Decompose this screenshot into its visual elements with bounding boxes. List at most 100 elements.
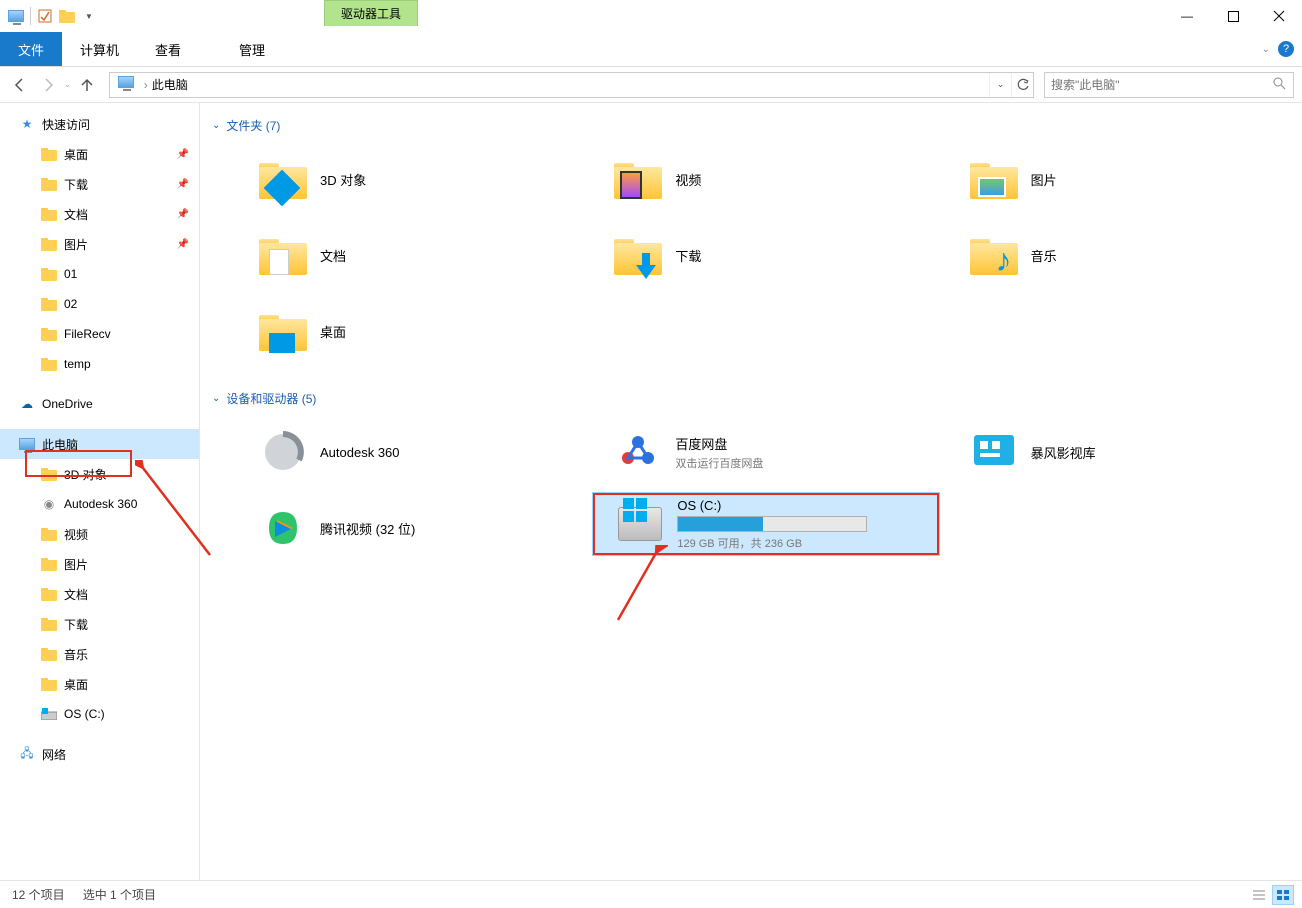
ribbon-expand-icon[interactable]: ⌄: [1262, 44, 1270, 55]
3dobject-icon: [258, 154, 308, 204]
tree-item-downloads[interactable]: 下载📌: [0, 169, 199, 199]
nav-sidebar: ★ 快速访问 桌面📌 下载📌 文档📌 图片📌 01 02 FileRecv te…: [0, 103, 200, 880]
help-icon[interactable]: ?: [1278, 41, 1294, 57]
tree-item-pictures[interactable]: 图片📌: [0, 229, 199, 259]
downloads-icon: [40, 615, 58, 633]
group-header-devices[interactable]: ⌄ 设备和驱动器 (5): [208, 386, 1294, 417]
view-large-icons-button[interactable]: [1272, 885, 1294, 905]
status-bar: 12 个项目 选中 1 个项目: [0, 880, 1302, 908]
tree-label: 快速访问: [42, 116, 90, 133]
tree-this-pc[interactable]: 此电脑: [0, 429, 199, 459]
tab-view[interactable]: 查看: [137, 32, 199, 66]
search-icon[interactable]: [1265, 76, 1293, 93]
folder-icon: [40, 265, 58, 283]
documents-icon: [40, 205, 58, 223]
tencent-video-icon: [258, 503, 308, 553]
downloads-icon: [40, 175, 58, 193]
drive-os-c[interactable]: OS (C:) 129 GB 可用，共 236 GB: [593, 493, 938, 555]
tree-desktop2[interactable]: 桌面: [0, 669, 199, 699]
tree-drive-c[interactable]: OS (C:): [0, 699, 199, 729]
title-bar: ▼ 此电脑 —: [0, 0, 1302, 32]
tree-music[interactable]: 音乐: [0, 639, 199, 669]
baidu-icon: [613, 427, 663, 477]
tab-computer[interactable]: 计算机: [62, 32, 137, 66]
tree-3dobjects[interactable]: 3D 对象: [0, 459, 199, 489]
folder-icon: [40, 355, 58, 373]
search-box[interactable]: [1044, 72, 1294, 98]
view-details-button[interactable]: [1248, 885, 1270, 905]
music-icon: [40, 645, 58, 663]
folder-icon: [40, 325, 58, 343]
tree-quick-access[interactable]: ★ 快速访问: [0, 109, 199, 139]
folder-documents[interactable]: 文档: [238, 220, 583, 290]
baofeng-icon: [969, 427, 1019, 477]
desktop-icon: [40, 145, 58, 163]
videos-big-icon: [613, 154, 663, 204]
music-big-icon: ♪: [969, 230, 1019, 280]
folder-icon: [40, 295, 58, 313]
onedrive-icon: ☁: [18, 395, 36, 413]
pin-icon: 📌: [177, 209, 189, 220]
folder-icon: [40, 465, 58, 483]
pictures-icon: [40, 555, 58, 573]
tree-item-02[interactable]: 02: [0, 289, 199, 319]
tree-item-desktop[interactable]: 桌面📌: [0, 139, 199, 169]
drive-label: OS (C:): [677, 498, 867, 513]
videos-icon: [40, 525, 58, 543]
qat-properties-icon[interactable]: [37, 8, 53, 24]
pictures-big-icon: [969, 154, 1019, 204]
status-item-count: 12 个项目: [12, 886, 65, 903]
tree-autodesk360[interactable]: ◉Autodesk 360: [0, 489, 199, 519]
folder-videos[interactable]: 视频: [593, 144, 938, 214]
device-autodesk360[interactable]: Autodesk 360: [238, 417, 583, 487]
nav-up-button[interactable]: [75, 73, 99, 97]
maximize-button[interactable]: [1210, 0, 1256, 32]
address-bar[interactable]: 此电脑 ⌄: [109, 72, 1034, 98]
desktop-icon: [40, 675, 58, 693]
pictures-icon: [40, 235, 58, 253]
drive-big-icon: [615, 499, 665, 549]
app-icon: [8, 8, 24, 24]
tab-manage[interactable]: 管理: [213, 32, 291, 66]
device-baidu[interactable]: 百度网盘双击运行百度网盘: [593, 417, 938, 487]
tree-pictures2[interactable]: 图片: [0, 549, 199, 579]
folder-downloads[interactable]: 下载: [593, 220, 938, 290]
qat-dropdown-icon[interactable]: ▼: [81, 12, 97, 21]
device-tencent-video[interactable]: 腾讯视频 (32 位): [238, 493, 583, 563]
folder-desktop[interactable]: 桌面: [238, 296, 583, 366]
close-button[interactable]: [1256, 0, 1302, 32]
group-header-folders[interactable]: ⌄ 文件夹 (7): [208, 113, 1294, 144]
drive-icon: [40, 705, 58, 723]
tree-downloads2[interactable]: 下载: [0, 609, 199, 639]
tree-item-01[interactable]: 01: [0, 259, 199, 289]
nav-recent-dropdown[interactable]: ⌄: [64, 80, 71, 89]
refresh-button[interactable]: [1011, 73, 1033, 97]
tree-network[interactable]: 🖧网络: [0, 739, 199, 769]
folder-music[interactable]: ♪音乐: [949, 220, 1294, 290]
search-input[interactable]: [1045, 78, 1265, 92]
pin-icon: 📌: [177, 179, 189, 190]
chevron-down-icon: ⌄: [212, 393, 220, 404]
tree-documents2[interactable]: 文档: [0, 579, 199, 609]
tree-onedrive[interactable]: ☁OneDrive: [0, 389, 199, 419]
desktop-big-icon: [258, 306, 308, 356]
autodesk-icon: ◉: [40, 495, 58, 513]
tree-item-temp[interactable]: temp: [0, 349, 199, 379]
minimize-button[interactable]: —: [1164, 0, 1210, 32]
nav-forward-button[interactable]: [36, 73, 60, 97]
address-dropdown-icon[interactable]: ⌄: [989, 73, 1011, 97]
tab-file[interactable]: 文件: [0, 32, 62, 66]
tree-videos[interactable]: 视频: [0, 519, 199, 549]
toolbar: ⌄ 此电脑 ⌄: [0, 67, 1302, 103]
breadcrumb-item[interactable]: 此电脑: [152, 76, 188, 93]
drive-free-text: 129 GB 可用，共 236 GB: [677, 535, 867, 551]
folder-pictures[interactable]: 图片: [949, 144, 1294, 214]
device-baofeng[interactable]: 暴风影视库: [949, 417, 1294, 487]
tree-item-filerecv[interactable]: FileRecv: [0, 319, 199, 349]
qat-newfolder-icon[interactable]: [59, 8, 75, 24]
nav-back-button[interactable]: [8, 73, 32, 97]
tree-item-documents[interactable]: 文档📌: [0, 199, 199, 229]
folder-3dobjects[interactable]: 3D 对象: [238, 144, 583, 214]
documents-big-icon: [258, 230, 308, 280]
menubar: 文件 计算机 查看 管理 ⌄ ?: [0, 32, 1302, 67]
